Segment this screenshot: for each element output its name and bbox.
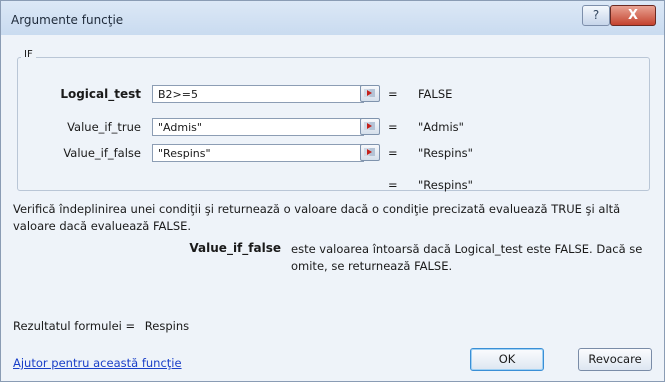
logical-test-label: Logical_test	[60, 87, 141, 101]
value-if-false-input[interactable]	[152, 144, 364, 162]
current-argument-name: Value_if_false	[189, 241, 281, 255]
function-help-link[interactable]: Ajutor pentru această funcţie	[13, 356, 182, 370]
value-if-true-collapse-button[interactable]	[360, 118, 380, 135]
logical-test-result: FALSE	[418, 87, 453, 101]
value-if-false-label: Value_if_false	[63, 146, 141, 160]
logical-test-equals: =	[388, 87, 398, 101]
function-arguments-dialog: Argumente funcţie ? X IF Logical_test = …	[0, 0, 665, 382]
cancel-button[interactable]: Revocare	[578, 348, 652, 371]
function-name-label: IF	[21, 49, 36, 60]
value-if-true-equals: =	[388, 120, 398, 134]
function-result-equals: =	[388, 178, 398, 192]
function-description: Verifică îndeplinirea unei condiţii şi r…	[13, 202, 621, 233]
formula-result-value: Respins	[144, 319, 190, 333]
help-button[interactable]: ?	[582, 5, 610, 26]
value-if-true-input[interactable]	[152, 118, 364, 136]
value-if-false-equals: =	[388, 146, 398, 160]
current-argument-description: este valoarea întoarsă dacă Logical_test…	[291, 242, 643, 273]
logical-test-input[interactable]	[152, 85, 364, 103]
range-arrow-icon	[367, 123, 372, 129]
title-bar[interactable]: Argumente funcţie ? X	[1, 1, 664, 35]
function-result-value: "Respins"	[418, 178, 473, 192]
value-if-false-result: "Respins"	[418, 146, 473, 160]
ok-button[interactable]: OK	[470, 348, 544, 371]
range-arrow-icon	[367, 149, 372, 155]
logical-test-collapse-button[interactable]	[360, 85, 380, 102]
formula-result-label: Rezultatul formulei =	[13, 319, 136, 333]
dialog-title: Argumente funcţie	[11, 13, 124, 27]
formula-result: Rezultatul formulei = Respins	[13, 319, 189, 333]
close-button[interactable]: X	[610, 5, 656, 26]
value-if-true-label: Value_if_true	[67, 120, 141, 134]
value-if-false-collapse-button[interactable]	[360, 144, 380, 161]
value-if-true-result: "Admis"	[418, 120, 464, 134]
range-arrow-icon	[367, 90, 372, 96]
